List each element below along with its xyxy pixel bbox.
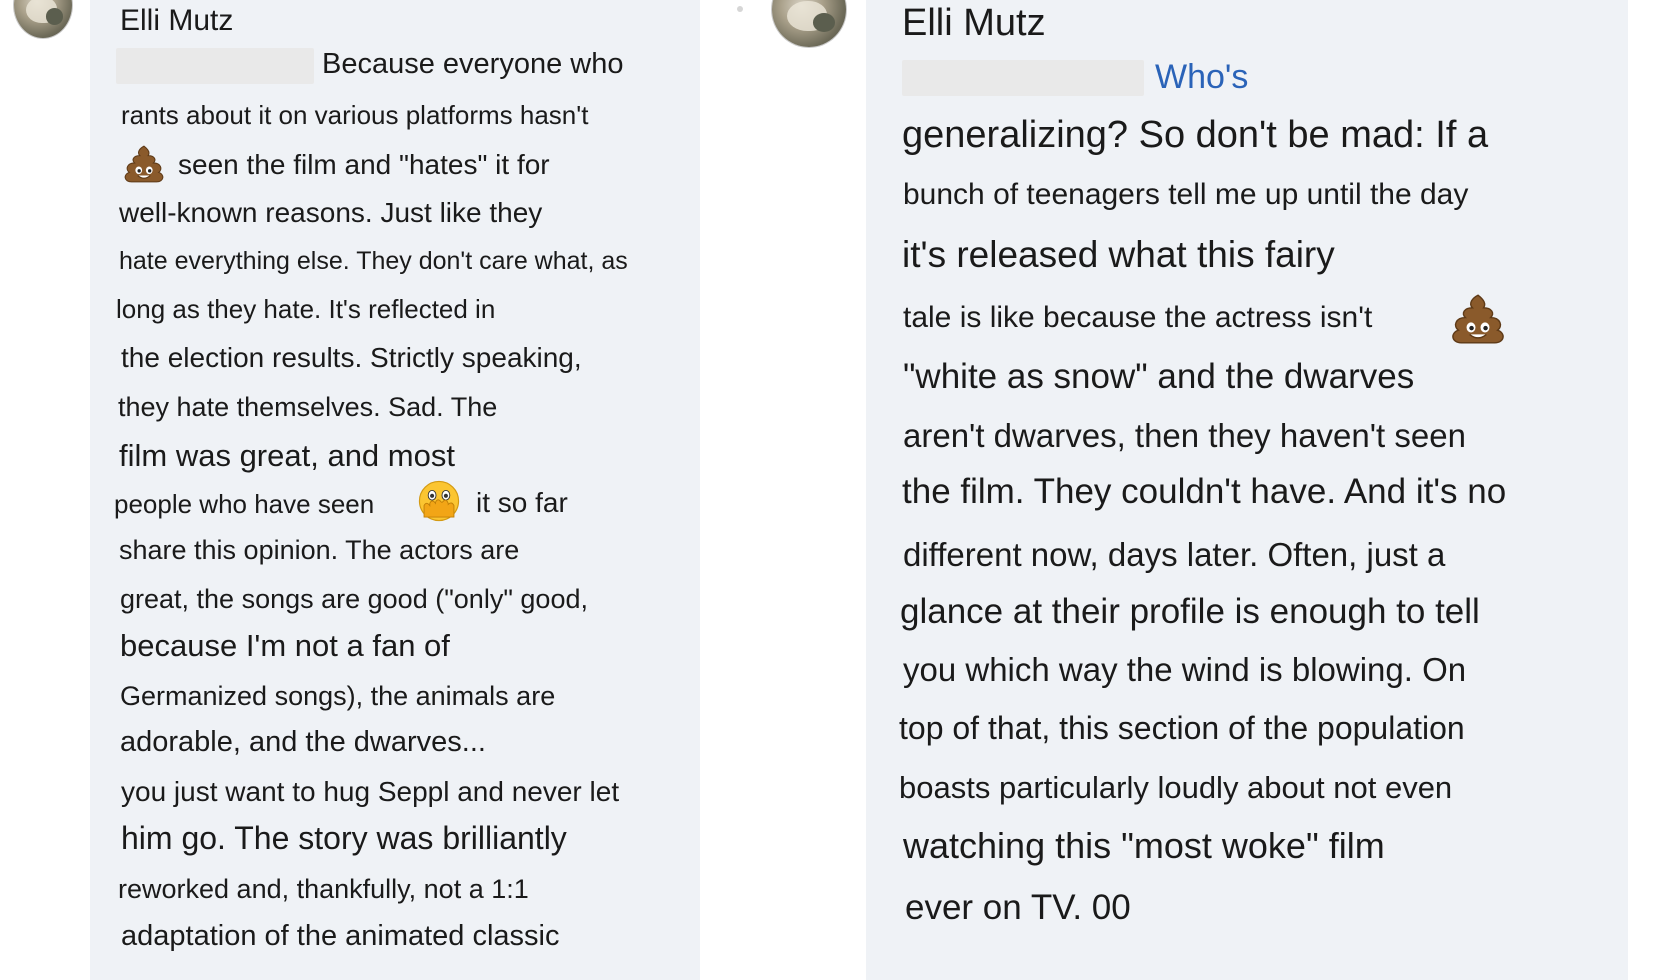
- comment-text-line: hate everything else. They don't care wh…: [119, 247, 628, 275]
- comment-text-line: watching this "most woke" film: [903, 825, 1385, 866]
- avatar[interactable]: [772, 0, 846, 47]
- comment-text-line: top of that, this section of the populat…: [899, 710, 1465, 746]
- face-with-open-eyes-and-hand-over-mouth-icon: [418, 480, 460, 522]
- comment-text-line: Germanized songs), the animals are: [120, 681, 556, 711]
- pile-of-poo-icon: [1452, 294, 1504, 344]
- pile-of-poo-icon: [124, 145, 164, 183]
- comment-text-line: seen the film and "hates" it for: [178, 149, 550, 180]
- comment-text-line: him go. The story was brilliantly: [121, 820, 567, 856]
- mention-link[interactable]: Who's: [1155, 60, 1248, 94]
- author-name[interactable]: Elli Mutz: [120, 4, 233, 38]
- comment-text-line: adorable, and the dwarves...: [120, 726, 486, 758]
- author-name[interactable]: Elli Mutz: [902, 2, 1046, 45]
- comment-text-line: generalizing? So don't be mad: If a: [902, 114, 1489, 156]
- comment-text-line: well-known reasons. Just like they: [119, 197, 543, 228]
- comment-text-line: it so far: [476, 487, 568, 518]
- comment-text-line: you just want to hug Seppl and never let: [121, 776, 620, 807]
- avatar[interactable]: [14, 0, 72, 38]
- comment-text-line: film was great, and most: [119, 438, 455, 473]
- comment-text-line: they hate themselves. Sad. The: [118, 392, 498, 422]
- comment-text-line: people who have seen: [114, 489, 375, 519]
- comment-text-line: it's released what this fairy: [902, 234, 1335, 275]
- comment-text-line: great, the songs are good ("only" good,: [120, 584, 588, 614]
- comment-text-line: "white as snow" and the dwarves: [903, 357, 1415, 396]
- comment-text-line: glance at their profile is enough to tel…: [900, 592, 1480, 631]
- comment-text-line: bunch of teenagers tell me up until the …: [903, 178, 1469, 211]
- redacted-mention: [902, 60, 1144, 96]
- comment-text-line: you which way the wind is blowing. On: [903, 651, 1467, 688]
- comment-text-line: long as they hate. It's reflected in: [116, 294, 496, 324]
- comment-text-line: share this opinion. The actors are: [119, 535, 520, 565]
- separator-dot: [737, 6, 743, 12]
- redacted-mention: [116, 48, 314, 84]
- comment-text-line: the election results. Strictly speaking,: [121, 342, 582, 373]
- comment-text-line: rants about it on various platforms hasn…: [121, 100, 589, 130]
- comment-text-line: aren't dwarves, then they haven't seen: [903, 417, 1466, 454]
- comment-text-line: adaptation of the animated classic: [121, 920, 560, 952]
- comment-text-line: the film. They couldn't have. And it's n…: [902, 472, 1507, 511]
- comment-text-line: Because everyone who: [322, 48, 624, 80]
- comment-text-line: ever on TV. 00: [905, 888, 1131, 927]
- comment-text-line: different now, days later. Often, just a: [903, 536, 1446, 573]
- comment-text-line: tale is like because the actress isn't: [903, 301, 1373, 334]
- comment-text-line: boasts particularly loudly about not eve…: [899, 770, 1453, 805]
- comment-text-line: because I'm not a fan of: [120, 628, 450, 663]
- comment-text-line: reworked and, thankfully, not a 1:1: [118, 874, 529, 904]
